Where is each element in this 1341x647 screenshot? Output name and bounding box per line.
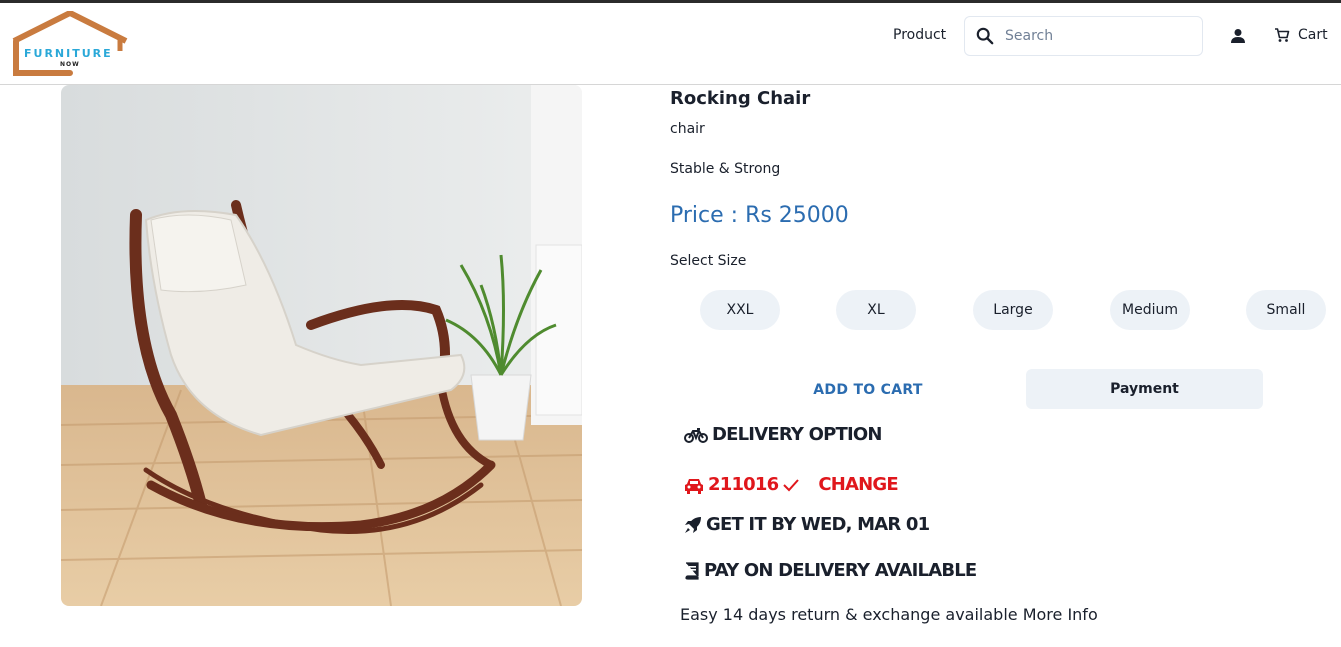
product-description: Stable & Strong xyxy=(670,161,781,177)
car-icon xyxy=(685,478,703,494)
add-to-cart-button[interactable]: ADD TO CART xyxy=(740,370,996,410)
logo-text: FURNITURE xyxy=(24,47,113,60)
delivery-option-label: DELIVERY OPTION xyxy=(712,424,882,445)
cart-icon[interactable] xyxy=(1274,27,1290,43)
book-icon xyxy=(685,561,699,580)
search-box[interactable] xyxy=(964,16,1203,56)
returns-info: Easy 14 days return & exchange available… xyxy=(680,605,1098,624)
rocking-chair-photo xyxy=(61,85,582,606)
delivery-option-row: DELIVERY OPTION xyxy=(684,424,882,445)
navbar: FURNITURE NOW Product Cart xyxy=(0,3,1341,85)
check-icon xyxy=(783,478,800,491)
logo-subtext: NOW xyxy=(60,61,80,68)
cart-link[interactable]: Cart xyxy=(1298,27,1328,43)
pay-on-delivery-text: PAY ON DELIVERY AVAILABLE xyxy=(704,560,977,581)
payment-button[interactable]: Payment xyxy=(1026,369,1263,409)
logo[interactable]: FURNITURE NOW xyxy=(10,10,140,77)
size-button-xl[interactable]: XL xyxy=(836,290,916,330)
product-title: Rocking Chair xyxy=(670,88,811,109)
size-button-xxl[interactable]: XXL xyxy=(700,290,780,330)
product-category: chair xyxy=(670,121,705,137)
product-image xyxy=(61,85,582,606)
size-button-large[interactable]: Large xyxy=(973,290,1053,330)
nav-product-link[interactable]: Product xyxy=(893,27,946,43)
product-price: Price : Rs 25000 xyxy=(670,203,849,228)
delivery-eta-row: GET IT BY WED, MAR 01 xyxy=(684,514,930,535)
search-icon xyxy=(976,27,994,45)
size-button-small[interactable]: Small xyxy=(1246,290,1326,330)
rocket-icon xyxy=(685,516,701,533)
bicycle-icon xyxy=(684,427,708,443)
pincode-row: 211016 CHANGE xyxy=(684,474,899,495)
user-icon[interactable] xyxy=(1230,28,1246,44)
size-button-medium[interactable]: Medium xyxy=(1110,290,1190,330)
select-size-label: Select Size xyxy=(670,253,747,269)
change-pincode-link[interactable]: CHANGE xyxy=(818,474,898,495)
pincode-value: 211016 xyxy=(708,474,779,495)
delivery-eta-text: GET IT BY WED, MAR 01 xyxy=(706,514,930,535)
pay-on-delivery-row: PAY ON DELIVERY AVAILABLE xyxy=(684,560,977,581)
search-input[interactable] xyxy=(1005,25,1195,47)
